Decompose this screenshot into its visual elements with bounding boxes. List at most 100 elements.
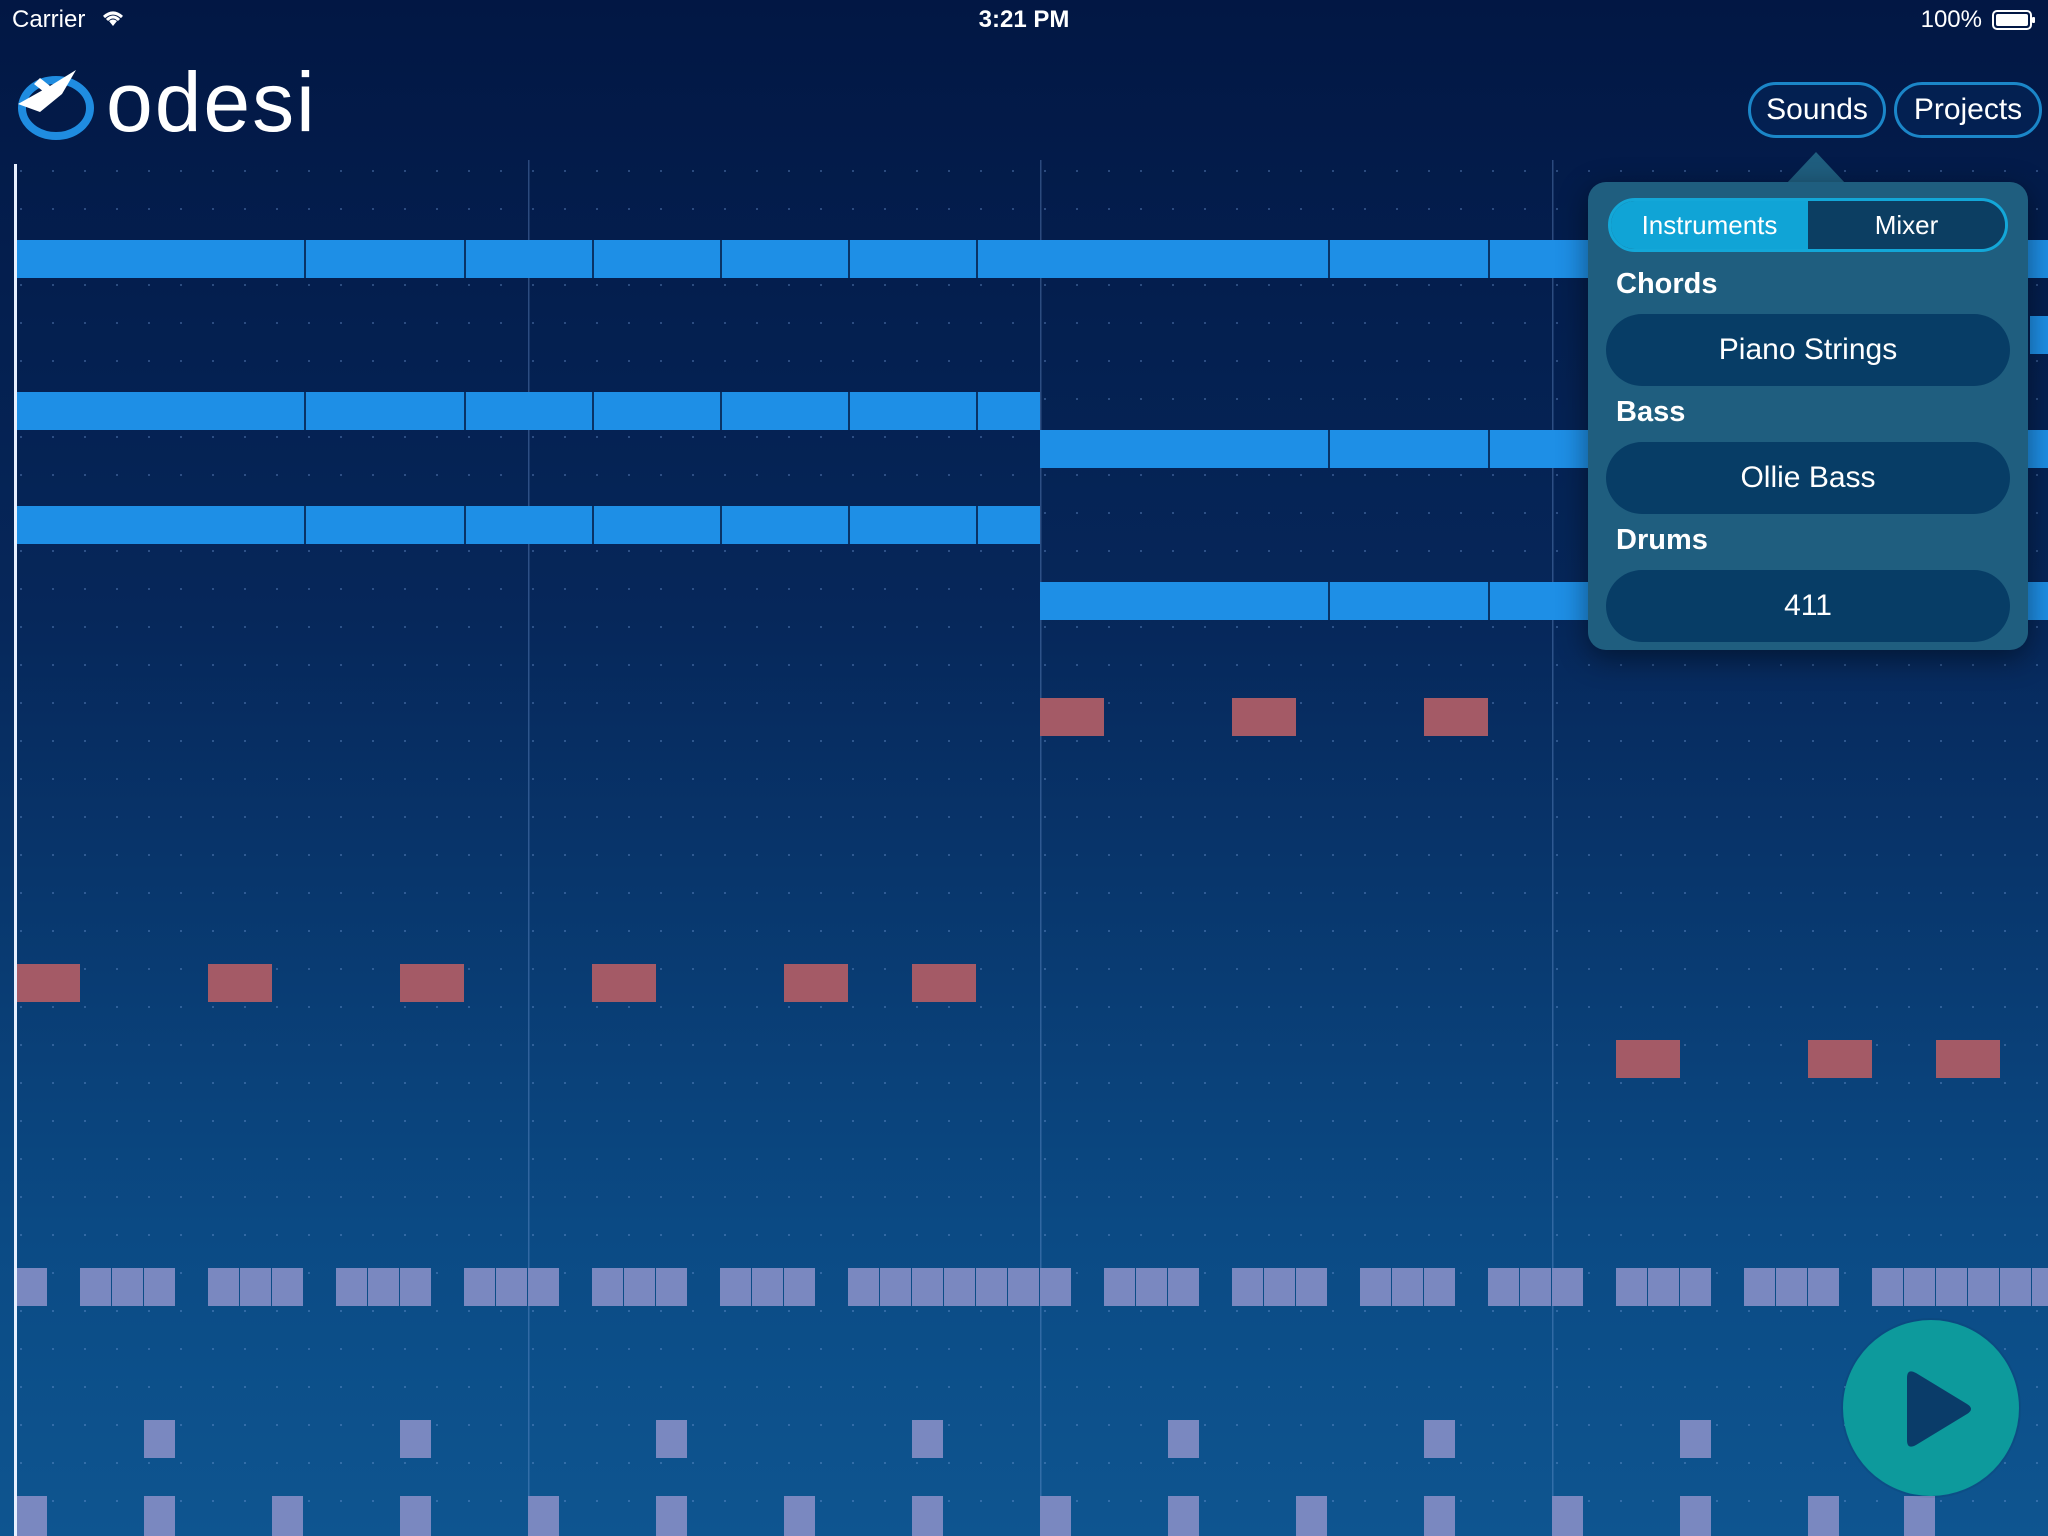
drum-note[interactable] [592,1268,623,1306]
play-button[interactable] [1843,1320,2019,1496]
drum-note[interactable] [336,1268,367,1306]
drum-note[interactable] [656,1496,687,1536]
drum-note[interactable] [496,1268,527,1306]
drum-note[interactable] [1040,1268,1071,1306]
drum-note[interactable] [1296,1268,1327,1306]
note-divider[interactable] [1328,582,1330,620]
drum-note[interactable] [1808,1496,1839,1536]
drum-note[interactable] [528,1496,559,1536]
drum-note[interactable] [1776,1268,1807,1306]
drum-note[interactable] [1552,1496,1583,1536]
note-divider[interactable] [592,506,594,544]
drum-note[interactable] [656,1420,687,1458]
drums-instrument-selector[interactable]: 411 [1606,570,2010,642]
drum-note[interactable] [720,1268,751,1306]
drum-note[interactable] [912,1496,943,1536]
bass-note[interactable] [592,964,656,1002]
drum-note[interactable] [1232,1268,1263,1306]
note-divider[interactable] [464,392,466,430]
bass-note[interactable] [1040,698,1104,736]
bass-note[interactable] [1616,1040,1680,1078]
note-divider[interactable] [720,392,722,430]
drum-note[interactable] [1168,1268,1199,1306]
drum-note[interactable] [2000,1268,2031,1306]
drum-note[interactable] [848,1268,879,1306]
bass-note[interactable] [400,964,464,1002]
drum-note[interactable] [880,1268,911,1306]
note-divider[interactable] [848,392,850,430]
drum-note[interactable] [752,1268,783,1306]
note-divider[interactable] [304,392,306,430]
drum-note[interactable] [1136,1268,1167,1306]
bass-note[interactable] [1424,698,1488,736]
tab-mixer[interactable]: Mixer [1808,201,2005,249]
drum-note[interactable] [944,1268,975,1306]
note-divider[interactable] [976,392,978,430]
drum-note[interactable] [1488,1268,1519,1306]
drum-note[interactable] [912,1420,943,1458]
drum-note[interactable] [1616,1268,1647,1306]
drum-note[interactable] [400,1420,431,1458]
bass-note[interactable] [16,964,80,1002]
drum-note[interactable] [208,1268,239,1306]
drum-note[interactable] [2032,1268,2048,1306]
drum-note[interactable] [144,1420,175,1458]
drum-note[interactable] [1680,1420,1711,1458]
note-divider[interactable] [592,392,594,430]
drum-note[interactable] [1648,1268,1679,1306]
drum-note[interactable] [1296,1496,1327,1536]
bass-note[interactable] [1936,1040,2000,1078]
drum-note[interactable] [1040,1496,1071,1536]
drum-note[interactable] [144,1496,175,1536]
drum-note[interactable] [368,1268,399,1306]
drum-note[interactable] [272,1268,303,1306]
chord-note[interactable] [16,240,1040,278]
drum-note[interactable] [656,1268,687,1306]
drum-note[interactable] [80,1268,111,1306]
note-divider[interactable] [848,506,850,544]
bass-note[interactable] [1808,1040,1872,1078]
drum-note[interactable] [784,1268,815,1306]
drum-note[interactable] [1424,1420,1455,1458]
drum-note[interactable] [1904,1268,1935,1306]
note-divider[interactable] [304,240,306,278]
bass-note[interactable] [1232,698,1296,736]
note-divider[interactable] [720,506,722,544]
drum-note[interactable] [1360,1268,1391,1306]
drum-note[interactable] [1008,1268,1039,1306]
drum-note[interactable] [1168,1420,1199,1458]
drum-note[interactable] [1168,1496,1199,1536]
drum-note[interactable] [112,1268,143,1306]
note-divider[interactable] [592,240,594,278]
drum-note[interactable] [1424,1268,1455,1306]
note-divider[interactable] [464,240,466,278]
note-divider[interactable] [976,506,978,544]
drum-note[interactable] [912,1268,943,1306]
drum-note[interactable] [1936,1268,1967,1306]
note-divider[interactable] [304,506,306,544]
drum-note[interactable] [1968,1268,1999,1306]
drum-note[interactable] [1744,1268,1775,1306]
drum-note[interactable] [1520,1268,1551,1306]
chords-instrument-selector[interactable]: Piano Strings [1606,314,2010,386]
sounds-button[interactable]: Sounds [1748,82,1886,138]
chord-note[interactable] [2030,316,2048,354]
bass-instrument-selector[interactable]: Ollie Bass [1606,442,2010,514]
drum-note[interactable] [272,1496,303,1536]
note-divider[interactable] [1328,240,1330,278]
drum-note[interactable] [1680,1496,1711,1536]
note-divider[interactable] [720,240,722,278]
drum-note[interactable] [144,1268,175,1306]
note-divider[interactable] [464,506,466,544]
drum-note[interactable] [976,1268,1007,1306]
chord-note[interactable] [16,392,1040,430]
drum-note[interactable] [16,1268,47,1306]
drum-note[interactable] [400,1496,431,1536]
projects-button[interactable]: Projects [1894,82,2042,138]
drum-note[interactable] [1872,1268,1903,1306]
bass-note[interactable] [784,964,848,1002]
drum-note[interactable] [1392,1268,1423,1306]
drum-note[interactable] [784,1496,815,1536]
drum-note[interactable] [1552,1268,1583,1306]
bass-note[interactable] [208,964,272,1002]
